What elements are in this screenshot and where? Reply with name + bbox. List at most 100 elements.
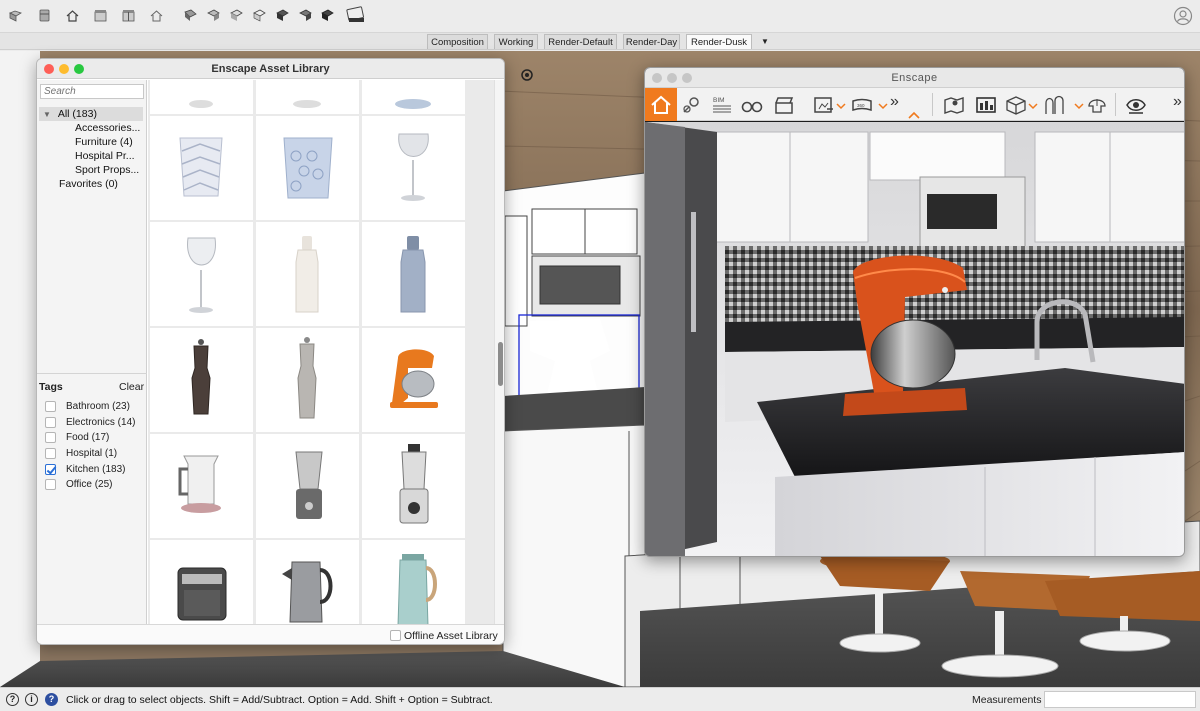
asset-search-input[interactable]	[40, 84, 144, 99]
location-icon[interactable]	[681, 95, 703, 115]
more-icon[interactable]: »	[890, 93, 904, 113]
asset-library-icon[interactable]	[975, 95, 997, 115]
map-icon[interactable]	[943, 95, 965, 115]
cube-icon[interactable]	[1005, 95, 1027, 115]
tag-checkbox-checked[interactable]	[45, 464, 56, 475]
tag-checkbox[interactable]	[45, 479, 56, 490]
overflow-icon[interactable]: »	[1173, 93, 1184, 113]
asset-tile-blender[interactable]	[362, 434, 465, 538]
asset-tile-wine-glass[interactable]	[150, 222, 253, 326]
styles-icon[interactable]	[229, 8, 244, 23]
asset-tile-electric-kettle[interactable]	[150, 434, 253, 538]
account-icon[interactable]	[1173, 6, 1193, 26]
atmosphere-icon[interactable]	[1086, 95, 1108, 115]
measurements-input[interactable]	[1044, 691, 1196, 708]
outliner-icon[interactable]	[275, 8, 290, 23]
components-icon[interactable]	[206, 8, 221, 23]
tree-item-sport-props[interactable]: Sport Props...	[75, 164, 139, 176]
asset-library-window: Enscape Asset Library ▼ All (183) Access…	[36, 58, 505, 645]
chevron-down-icon[interactable]	[836, 95, 846, 115]
tree-item-favorites[interactable]: Favorites (0)	[59, 178, 118, 190]
scenes-icon[interactable]	[298, 8, 313, 23]
scene-tabs-menu-button[interactable]: ▼	[758, 34, 772, 49]
panorama-export-icon[interactable]: 360	[851, 95, 873, 115]
toolbar-separator	[932, 93, 933, 116]
tag-label: Kitchen (183)	[66, 464, 126, 475]
shadows-icon[interactable]	[320, 8, 335, 23]
asset-tile-glass[interactable]	[256, 80, 359, 114]
clapperboard-icon[interactable]	[773, 95, 795, 115]
asset-tile-bowl[interactable]	[362, 80, 465, 114]
scene-tab-render-day[interactable]: Render-Day	[623, 34, 680, 49]
select-icon[interactable]	[8, 8, 23, 23]
tree-item-hospital[interactable]: Hospital Pr...	[75, 150, 135, 162]
asset-tile-pepper-mill-dark[interactable]	[150, 328, 253, 432]
asset-library-sidebar: ▼ All (183) Accessories... Furniture (4)…	[37, 80, 147, 624]
tag-label: Food (17)	[66, 432, 110, 443]
asset-tile-bottle-white[interactable]	[256, 222, 359, 326]
asset-tile-bottle-blue[interactable]	[362, 222, 465, 326]
extension-icon[interactable]	[346, 5, 366, 25]
scrollbar-thumb[interactable]	[498, 342, 503, 386]
tree-item-all[interactable]: ▼ All (183)	[39, 107, 143, 121]
scene-tab-render-dusk[interactable]: Render-Dusk	[686, 34, 752, 49]
tag-checkbox[interactable]	[45, 401, 56, 412]
tree-item-furniture[interactable]: Furniture (4)	[75, 136, 133, 148]
asset-grid-scrollbar[interactable]	[494, 80, 504, 624]
svg-text:360: 360	[857, 103, 865, 108]
materials-icon[interactable]	[183, 8, 198, 23]
asset-tile-wine-glass[interactable]	[362, 116, 465, 220]
asset-tile-kettle-steel[interactable]	[256, 540, 359, 624]
asset-tile-kettle-teal[interactable]	[362, 540, 465, 624]
clear-tags-button[interactable]: Clear	[119, 381, 144, 393]
binoculars-icon[interactable]	[741, 95, 763, 115]
enscape-title: Enscape	[891, 72, 938, 84]
front-view-icon[interactable]	[93, 8, 108, 23]
home-view-icon[interactable]	[65, 8, 80, 23]
chevron-up-icon[interactable]	[907, 110, 921, 120]
asset-tile-glass[interactable]	[150, 80, 253, 114]
chevron-down-icon[interactable]	[1074, 95, 1084, 115]
layers-icon[interactable]	[252, 8, 267, 23]
back-view-icon[interactable]	[149, 8, 164, 23]
scene-tab-working[interactable]: Working	[494, 34, 538, 49]
tag-label: Office (25)	[66, 479, 113, 490]
visual-settings-icon[interactable]	[1125, 95, 1147, 115]
asset-tile-patterned-tumbler[interactable]	[150, 116, 253, 220]
scene-tab-composition[interactable]: Composition	[427, 34, 488, 49]
tag-label: Electronics (14)	[66, 417, 136, 428]
enscape-titlebar[interactable]: Enscape	[645, 68, 1184, 88]
offline-asset-library-label: Offline Asset Library	[404, 630, 498, 642]
home-button[interactable]	[645, 88, 677, 121]
right-view-icon[interactable]	[121, 8, 136, 23]
home-icon	[651, 95, 671, 114]
asset-tile-blender[interactable]	[256, 434, 359, 538]
scene-tab-render-default[interactable]: Render-Default	[544, 34, 617, 49]
offline-asset-library-checkbox[interactable]	[390, 630, 401, 641]
asset-tile-crystal-tumbler[interactable]	[256, 116, 359, 220]
tree-item-accessories[interactable]: Accessories...	[75, 122, 140, 134]
chevron-down-icon[interactable]	[878, 95, 888, 115]
asset-tile-air-fryer[interactable]	[150, 540, 253, 624]
tag-checkbox[interactable]	[45, 417, 56, 428]
enscape-toolbar: BIM 360 » »	[645, 88, 1184, 121]
geolocation-icon[interactable]: ?	[6, 693, 19, 706]
help-icon[interactable]: ?	[45, 693, 58, 706]
enscape-render-view[interactable]	[645, 122, 1184, 556]
sidebar-divider[interactable]	[37, 373, 147, 374]
eraser-icon[interactable]	[37, 8, 52, 23]
asset-tile-stand-mixer-orange[interactable]	[362, 328, 465, 432]
disclosure-triangle-icon[interactable]: ▼	[43, 110, 51, 119]
asset-library-titlebar[interactable]: Enscape Asset Library	[37, 59, 504, 79]
chevron-down-icon[interactable]	[1028, 95, 1038, 115]
info-icon[interactable]: i	[25, 693, 38, 706]
asset-tile-pepper-mill-light[interactable]	[256, 328, 359, 432]
asset-library-footer: Offline Asset Library	[37, 624, 504, 644]
bim-icon[interactable]: BIM	[711, 95, 733, 115]
tag-checkbox[interactable]	[45, 448, 56, 459]
screenshot-export-icon[interactable]	[813, 95, 835, 115]
tag-checkbox[interactable]	[45, 432, 56, 443]
tag-label: Bathroom (23)	[66, 401, 130, 412]
silhouettes-icon[interactable]	[1043, 95, 1065, 115]
tag-label: Hospital (1)	[66, 448, 118, 459]
